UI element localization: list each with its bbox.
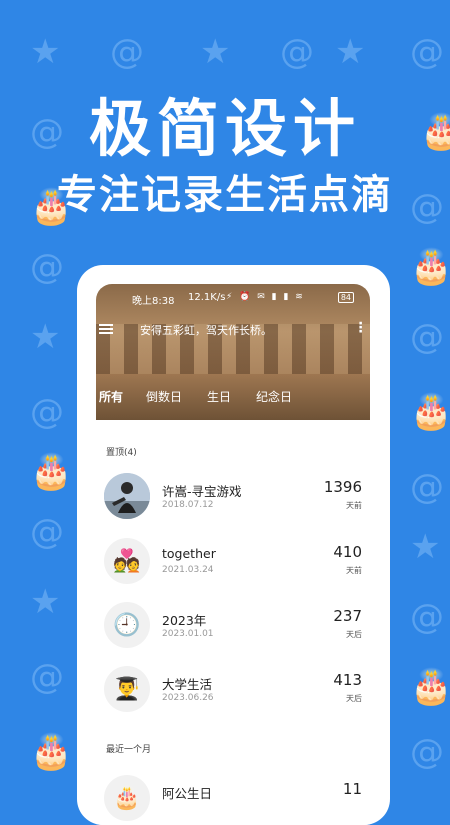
tab-all[interactable]: 所有 [99,388,123,405]
event-days: 237 [333,607,362,625]
couple-icon: 💑 [104,538,150,584]
event-days-unit: 天后 [346,694,362,703]
at-sign-icon: @ [410,317,444,357]
tab-birthday[interactable]: 生日 [207,388,231,405]
star-icon: ★ [30,317,61,357]
event-row-xusong[interactable]: 许嵩-寻宝游戏 2018.07.12 1396 天前 [96,469,370,525]
event-row-college[interactable]: 👨‍🎓 大学生活 2023.06.26 413 天后 [96,662,370,718]
promo-headline: 极简设计 [88,92,361,165]
cake-icon: 🎂 [30,732,73,772]
at-sign-icon: @ [110,32,144,72]
recent-section-label: 最近一个月 [106,745,152,755]
more-options-icon[interactable]: · · · [358,317,364,339]
status-net-speed: 12.1K/s [188,292,226,303]
app-screen: 晚上8:38 12.1K/s ⚡ ⏰ ✉ ▮ ▮ ≋ 84 安得五彩虹，驾天作长… [96,284,370,825]
cake-icon: 🎂 [410,247,450,287]
status-time: 晚上8:38 [132,296,175,307]
clock-icon: 🕘 [104,602,150,648]
cake-icon: 🎂 [30,452,73,492]
event-days: 1396 [323,478,362,496]
event-days-unit: 天后 [346,630,362,639]
event-name: 阿公生日 [162,786,213,801]
event-days-unit: 天前 [346,501,362,510]
status-icons: ⚡ ⏰ ✉ ▮ ▮ ≋ [226,292,305,302]
event-days: 11 [342,780,362,798]
event-days: 413 [333,671,362,689]
person-photo-icon [104,473,150,519]
at-sign-icon: @ [410,467,444,507]
graduate-icon: 👨‍🎓 [104,666,150,712]
at-sign-icon: @ [280,32,314,72]
event-date: 2023.01.01 [162,629,214,639]
event-days-unit: 天前 [346,566,362,575]
event-name: together [162,546,216,561]
birthday-icon: 🎂 [104,775,150,821]
event-name: 2023年 [162,613,207,628]
pinned-section-label: 置顶(4) [106,448,137,458]
event-date: 2018.07.12 [162,500,214,510]
event-date: 2023.06.26 [162,693,214,703]
star-icon: ★ [30,582,61,622]
event-row-together[interactable]: 💑 together 2021.03.24 410 天前 [96,534,370,590]
at-sign-icon: @ [30,657,64,697]
at-sign-icon: @ [30,392,64,432]
event-row-2023[interactable]: 🕘 2023年 2023.01.01 237 天后 [96,598,370,654]
phone-frame: 晚上8:38 12.1K/s ⚡ ⏰ ✉ ▮ ▮ ≋ 84 安得五彩虹，驾天作长… [77,265,390,825]
tab-countdown[interactable]: 倒数日 [146,388,182,405]
at-sign-icon: @ [410,32,444,72]
event-days: 410 [333,543,362,561]
at-sign-icon: @ [410,597,444,637]
event-row-grandpa-birthday[interactable]: 🎂 阿公生日 11 [96,771,370,825]
event-date: 2021.03.24 [162,565,214,575]
star-icon: ★ [30,32,61,72]
star-icon: ★ [200,32,231,72]
at-sign-icon: @ [30,512,64,552]
cake-icon: 🎂 [410,667,450,707]
event-name: 大学生活 [162,677,213,692]
tab-anniversary[interactable]: 纪念日 [256,388,292,405]
header-banner: 晚上8:38 12.1K/s ⚡ ⏰ ✉ ▮ ▮ ≋ 84 安得五彩虹，驾天作长… [96,284,370,420]
at-sign-icon: @ [410,732,444,772]
star-icon: ★ [410,527,441,567]
menu-icon[interactable] [99,324,113,334]
cake-icon: 🎂 [410,392,450,432]
star-icon: ★ [335,32,366,72]
avatar [104,473,150,519]
event-name: 许嵩-寻宝游戏 [162,484,242,499]
at-sign-icon: @ [30,247,64,287]
battery-icon: 84 [337,292,354,303]
promo-subline: 专注记录生活点滴 [57,172,393,218]
header-quote: 安得五彩虹，驾天作长桥。 [140,324,272,337]
